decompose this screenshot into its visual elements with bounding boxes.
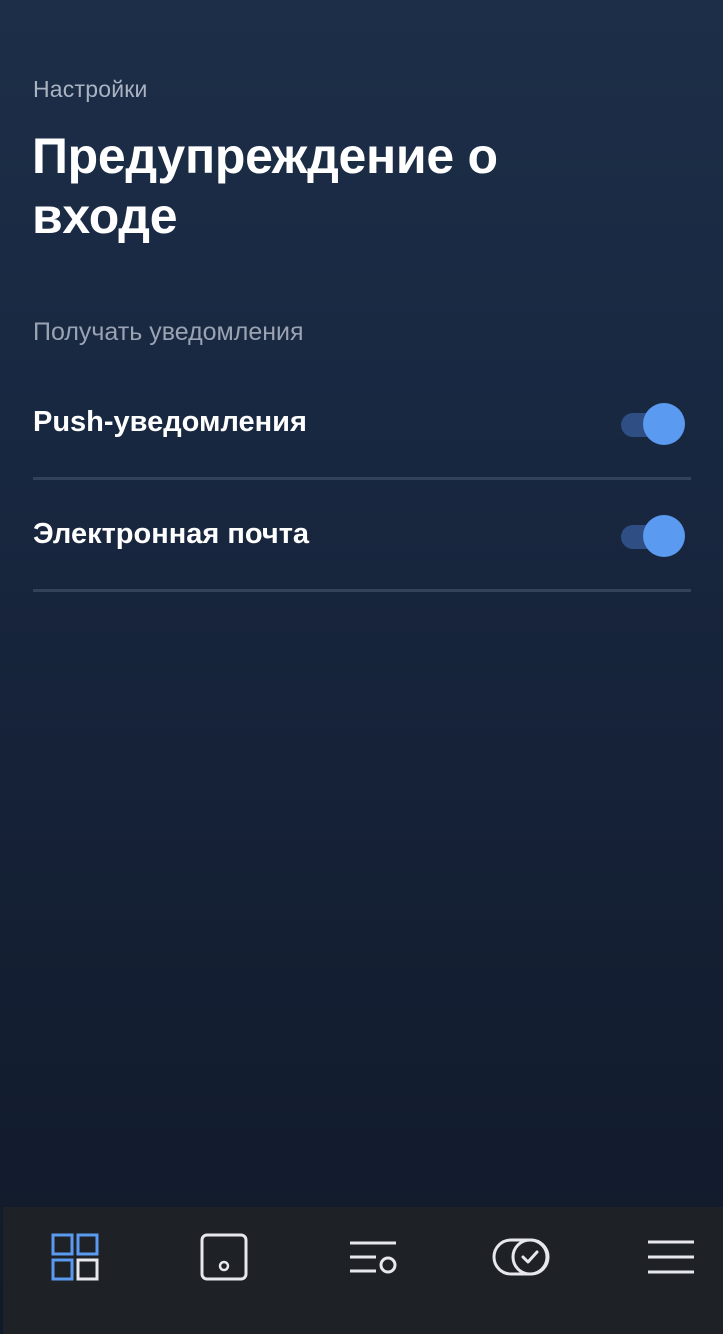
bottom-navigation bbox=[3, 1207, 723, 1334]
push-notifications-label: Push-уведомления bbox=[33, 406, 307, 438]
email-notifications-row[interactable]: Электронная почта bbox=[33, 480, 691, 592]
page-title: Предупреждение о входе bbox=[32, 128, 498, 244]
nav-item-list[interactable] bbox=[301, 1207, 445, 1307]
toggle-knob bbox=[643, 403, 685, 445]
login-alert-settings-screen: Настройки Предупреждение о входе Получат… bbox=[0, 0, 723, 1334]
breadcrumb[interactable]: Настройки bbox=[33, 76, 148, 103]
email-notifications-label: Электронная почта bbox=[33, 518, 310, 550]
device-icon bbox=[200, 1233, 248, 1281]
nav-item-toggle-check[interactable] bbox=[450, 1207, 594, 1307]
nav-item-device[interactable] bbox=[152, 1207, 296, 1307]
section-label: Получать уведомления bbox=[33, 318, 304, 346]
email-notifications-toggle[interactable] bbox=[619, 514, 685, 558]
nav-item-menu[interactable] bbox=[599, 1207, 723, 1307]
push-notifications-toggle[interactable] bbox=[619, 402, 685, 446]
toggle-knob bbox=[643, 515, 685, 557]
dashboard-grid-icon bbox=[51, 1233, 99, 1281]
menu-icon bbox=[648, 1240, 694, 1274]
push-notifications-row[interactable]: Push-уведомления bbox=[33, 368, 691, 480]
list-settings-icon bbox=[350, 1241, 397, 1274]
toggle-check-icon bbox=[492, 1238, 550, 1276]
nav-item-dashboard[interactable] bbox=[3, 1207, 147, 1307]
